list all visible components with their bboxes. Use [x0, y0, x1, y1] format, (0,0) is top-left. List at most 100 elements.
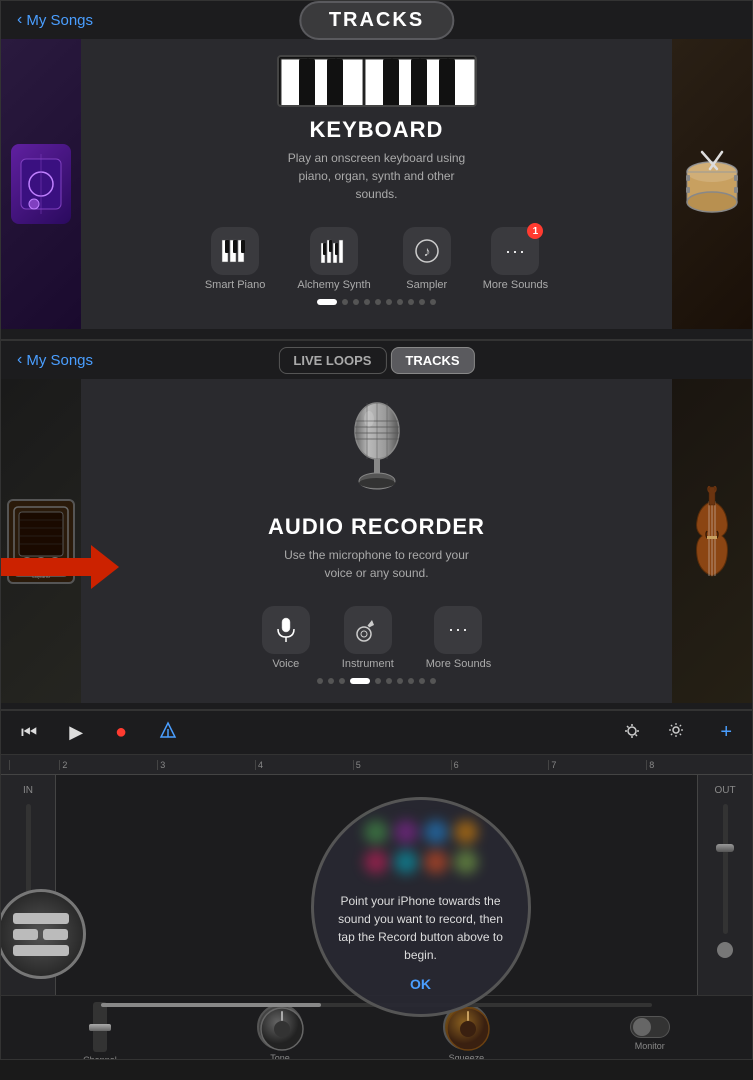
- ruler-mark-1: [9, 760, 59, 770]
- cdot-deeporange: [424, 850, 448, 874]
- instrument-icon: [344, 606, 392, 654]
- channel-fader-handle[interactable]: [89, 1024, 111, 1031]
- left-thumb-1[interactable]: [1, 39, 81, 329]
- alchemy-synth-icon: [310, 227, 358, 275]
- more-sounds-icon-1: ··· 1: [491, 227, 539, 275]
- dot-4: [375, 299, 381, 305]
- tab-tracks[interactable]: TRACKS: [390, 347, 474, 374]
- dot-9: [430, 299, 436, 305]
- ok-button[interactable]: OK: [410, 976, 431, 992]
- voice-label: Voice: [272, 658, 299, 670]
- ruler-mark-6: 6: [451, 760, 549, 770]
- monitor-toggle[interactable]: [630, 1016, 670, 1038]
- instrument-btn[interactable]: Instrument: [342, 606, 394, 670]
- more-sounds-label-1: More Sounds: [483, 279, 548, 291]
- dot2-active: [350, 678, 370, 684]
- smart-piano-label: Smart Piano: [205, 279, 266, 291]
- drum-image: [680, 144, 745, 224]
- keyboard-image: [277, 55, 477, 107]
- output-fader-handle[interactable]: [716, 844, 734, 852]
- record-button[interactable]: ●: [107, 717, 135, 748]
- svg-text:♪: ♪: [423, 243, 430, 259]
- instrument-title-1: KEYBOARD: [310, 117, 444, 143]
- red-arrow: [0, 545, 119, 589]
- transport-bar: ⏮ ▶ ●: [1, 711, 752, 755]
- panel-keyboard: ‹ My Songs TRACKS: [0, 0, 753, 340]
- panel-tracks-recording: ⏮ ▶ ●: [0, 710, 753, 1060]
- right-thumb-1[interactable]: [672, 39, 752, 329]
- back-button-1[interactable]: ‹ My Songs: [17, 11, 93, 29]
- rewind-button[interactable]: ⏮: [13, 718, 45, 747]
- cdot-purple: [394, 820, 418, 844]
- panel2-bottom-icons: Voice Instrument: [262, 598, 491, 670]
- recording-dialog-text: Point your iPhone towards the sound you …: [338, 892, 504, 964]
- monitor-label: Monitor: [635, 1041, 665, 1051]
- dot-5: [386, 299, 392, 305]
- panel1-bottom-icons: Smart Piano Alchemy: [205, 219, 548, 291]
- panel2-center: AUDIO RECORDER Use the microphone to rec…: [81, 379, 672, 703]
- piano-svg: [279, 57, 477, 107]
- dot-1: [342, 299, 348, 305]
- voice-btn[interactable]: Voice: [262, 606, 310, 670]
- back-label-2: My Songs: [26, 352, 93, 369]
- dot-8: [419, 299, 425, 305]
- tab-bar-2: LIVE LOOPS TRACKS: [278, 347, 474, 374]
- left-thumb-image: [11, 144, 71, 224]
- microphone-image: [337, 391, 417, 506]
- scrollbar-thumb: [101, 1003, 321, 1007]
- back-button-2[interactable]: ‹ My Songs: [17, 351, 93, 369]
- sampler-icon: ♪: [403, 227, 451, 275]
- output-fader[interactable]: [723, 804, 728, 934]
- tone-knob[interactable]: [257, 1004, 303, 1050]
- smart-piano-btn[interactable]: Smart Piano: [205, 227, 266, 291]
- channel-fader[interactable]: [93, 1002, 107, 1052]
- add-track-button[interactable]: +: [712, 717, 740, 748]
- monitor-ctrl: Monitor: [630, 1016, 670, 1051]
- brightness-icon: [624, 723, 640, 739]
- voice-icon: [262, 606, 310, 654]
- dot2-6: [397, 678, 403, 684]
- panel2-dots: [317, 670, 436, 692]
- panel1-content: KEYBOARD Play an onscreen keyboard using…: [1, 39, 752, 329]
- settings-gear-icon: [668, 722, 684, 738]
- dot2-2: [339, 678, 345, 684]
- more-sounds-icon-2: ···: [434, 606, 482, 654]
- color-dots-bg: [351, 820, 491, 874]
- drum-svg: [682, 147, 742, 222]
- violin-image: [677, 486, 747, 596]
- right-channel-strip: OUT: [697, 775, 752, 995]
- more-sounds-btn-1[interactable]: ··· 1 More Sounds: [483, 227, 548, 291]
- instrument-desc-2: Use the microphone to record your voice …: [277, 546, 477, 582]
- tracks-grid-icon[interactable]: [0, 889, 86, 979]
- mic-svg: [337, 391, 417, 501]
- right-thumb-2[interactable]: [672, 379, 752, 703]
- ruler-mark-8: 8: [646, 760, 744, 770]
- metronome-button[interactable]: [151, 717, 185, 748]
- settings-button[interactable]: [660, 718, 692, 747]
- tab-live-loops[interactable]: LIVE LOOPS: [278, 347, 386, 374]
- panel2-header: ‹ My Songs LIVE LOOPS TRACKS: [1, 341, 752, 379]
- arrow-head: [91, 545, 119, 589]
- brightness-button[interactable]: [616, 718, 648, 747]
- red-arrow-indicator: [0, 545, 119, 589]
- more-sounds-label-2: More Sounds: [426, 658, 491, 670]
- output-knob-small[interactable]: [717, 942, 733, 958]
- sampler-btn[interactable]: ♪ Sampler: [403, 227, 451, 291]
- cdot-green: [364, 820, 388, 844]
- in-label: IN: [23, 785, 33, 796]
- left-thumb-2[interactable]: Layland: [1, 379, 81, 703]
- grid-bar-2b: [43, 929, 68, 940]
- dot-7: [408, 299, 414, 305]
- alchemy-synth-btn[interactable]: Alchemy Synth: [297, 227, 370, 291]
- main-track-area: Point your iPhone towards the sound you …: [56, 775, 697, 995]
- recording-overlay: Point your iPhone towards the sound you …: [311, 797, 531, 1017]
- play-button[interactable]: ▶: [61, 718, 91, 747]
- grid-row-2: [13, 929, 69, 940]
- more-sounds-btn-2[interactable]: ··· More Sounds: [426, 606, 491, 670]
- ruler-mark-4: 4: [255, 760, 353, 770]
- tracks-title-badge: TRACKS: [299, 1, 454, 40]
- panel-audio-recorder: ‹ My Songs LIVE LOOPS TRACKS: [0, 340, 753, 710]
- metronome-icon: [159, 721, 177, 739]
- dot-3: [364, 299, 370, 305]
- ruler-marks: 2 3 4 5 6 7 8: [9, 760, 744, 770]
